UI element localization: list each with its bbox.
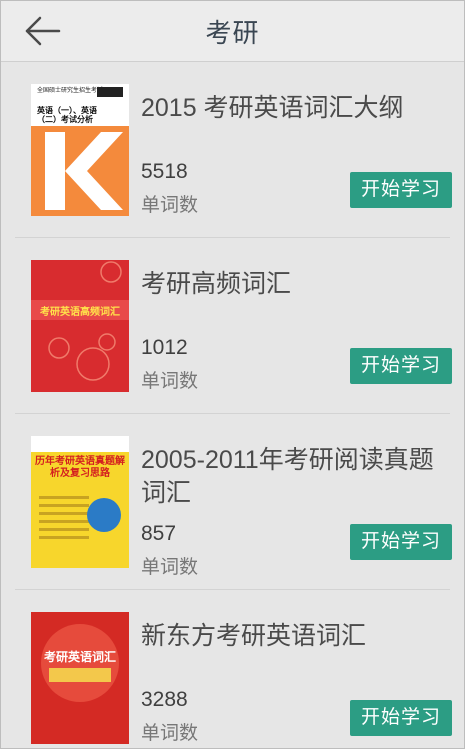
book-cover: 全国硕士研究生招生考试 英语（一）、英语（二）考试分析 [31,84,129,216]
book-title: 新东方考研英语词汇 [141,622,367,650]
word-count: 1012 [141,336,188,359]
word-count-label: 单词数 [141,195,199,216]
list-item[interactable]: 历年考研英语真题解析及复习思路 2005-2011年考研阅读真题词汇 857 单… [1,414,464,590]
list-item[interactable]: 考研英语高频词汇 考研高频词汇 1012 单词数 开始学习 [1,238,464,414]
word-count-label: 单词数 [141,723,199,744]
book-cover: 考研英语高频词汇 [31,260,129,392]
list-item[interactable]: 全国硕士研究生招生考试 英语（一）、英语（二）考试分析 2015 考研英语词汇大… [1,62,464,238]
page-title: 考研 [205,18,260,48]
cover-text: 全国硕士研究生招生考试 [37,88,104,94]
cover-title: 英语（一）、英语（二）考试分析 [37,106,97,124]
book-title: 2015 考研英语词汇大纲 [141,94,404,122]
nav-bar: 考研 [1,1,464,62]
cover-k-graphic [45,132,123,210]
cover-text: 历年考研英语真题解析及复习思路 [35,456,125,479]
app-frame: 考研 全国硕士研究生招生考试 英语（一）、英语（二）考试分析 2015 考研英语… [0,0,465,749]
book-cover: 历年考研英语真题解析及复习思路 [31,436,129,568]
start-learning-button[interactable]: 开始学习 [350,700,452,736]
start-learning-button[interactable]: 开始学习 [350,348,452,384]
book-cover: 考研英语词汇 [31,612,129,744]
word-count-label: 单词数 [141,557,199,578]
cover-text: 考研英语高频词汇 [40,307,120,318]
word-count-label: 单词数 [141,371,199,392]
word-count: 857 [141,522,177,545]
book-title: 2005-2011年考研阅读真题词汇 [141,446,434,507]
list-item[interactable]: 考研英语词汇 新东方考研英语词汇 3288 单词数 开始学习 [1,590,464,748]
start-learning-button[interactable]: 开始学习 [350,524,452,560]
book-title: 考研高频词汇 [141,270,292,298]
word-count: 5518 [141,160,188,183]
cover-text: 考研英语词汇 [43,650,116,664]
start-learning-button[interactable]: 开始学习 [350,172,452,208]
word-count: 3288 [141,688,188,711]
